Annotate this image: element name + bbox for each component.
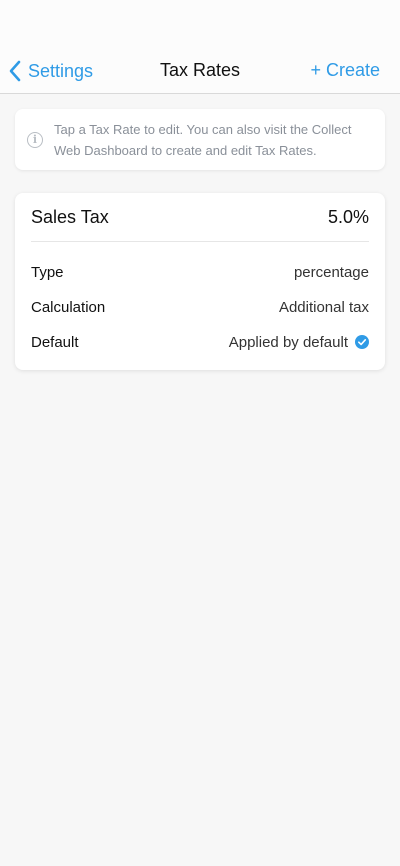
tax-rates-screen: Settings Tax Rates + Create i Tap a Tax …: [0, 0, 400, 866]
tax-row-label: Type: [31, 263, 64, 281]
info-icon: i: [27, 131, 43, 148]
tax-rate-card[interactable]: Sales Tax 5.0% Type percentage Calculati…: [15, 193, 385, 370]
tax-rate-header: Sales Tax 5.0%: [31, 193, 369, 242]
info-banner: i Tap a Tax Rate to edit. You can also v…: [15, 109, 385, 170]
back-button[interactable]: Settings: [8, 58, 93, 84]
tax-row-label: Default: [31, 333, 79, 351]
info-text: Tap a Tax Rate to edit. You can also vis…: [54, 121, 352, 158]
tax-row-value: percentage: [293, 263, 369, 281]
tax-row-type: Type percentage: [31, 261, 369, 283]
create-button[interactable]: + Create: [310, 60, 380, 81]
tax-row-value-wrap: Applied by default: [229, 334, 369, 351]
tax-row-value: Applied by default: [228, 333, 348, 351]
tax-rate-value: 5.0%: [327, 206, 369, 227]
tax-rate-name: Sales Tax: [31, 206, 109, 227]
checkmark-circle-icon: [355, 335, 369, 349]
back-button-label: Settings: [28, 60, 94, 81]
tax-row-value: Additional tax: [278, 298, 369, 316]
tax-row-label: Calculation: [31, 298, 106, 316]
tax-row-calculation: Calculation Additional tax: [31, 296, 369, 318]
chevron-left-icon: [9, 60, 21, 82]
navigation-bar: Settings Tax Rates + Create: [0, 0, 400, 94]
tax-row-default: Default Applied by default: [31, 331, 369, 353]
